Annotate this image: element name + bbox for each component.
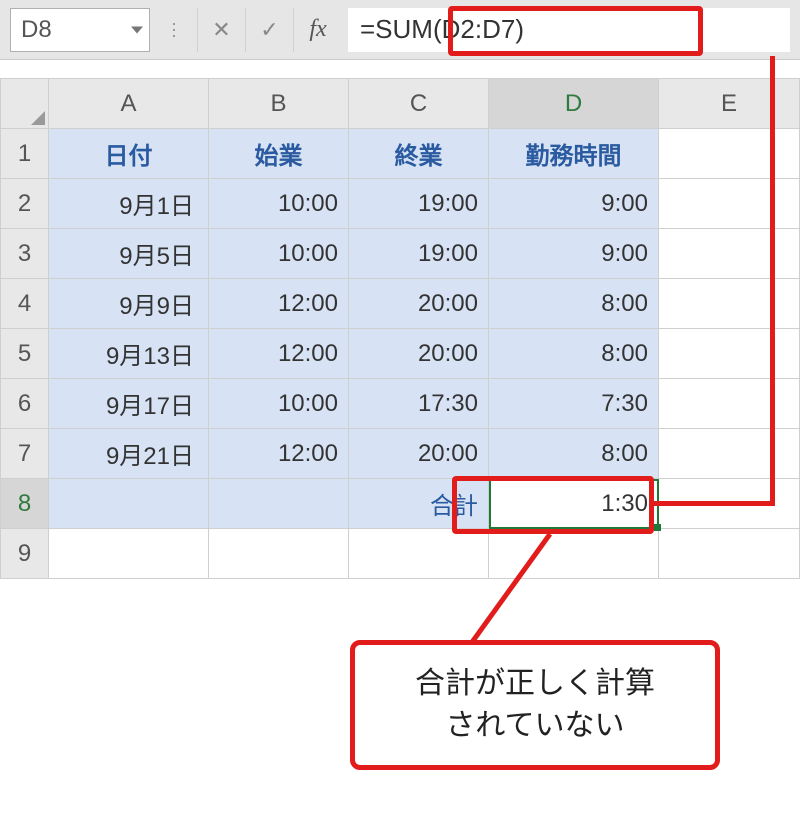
callout-box: 合計が正しく計算 されていない bbox=[350, 640, 720, 770]
cell-E6[interactable] bbox=[659, 379, 800, 429]
cell-D5[interactable]: 8:00 bbox=[489, 329, 659, 379]
fx-button[interactable]: fx bbox=[294, 8, 342, 52]
cell-B1[interactable]: 始業 bbox=[209, 129, 349, 179]
cell-E7[interactable] bbox=[659, 429, 800, 479]
row-header-4[interactable]: 4 bbox=[1, 279, 49, 329]
col-header-E[interactable]: E bbox=[659, 79, 800, 129]
col-header-D[interactable]: D bbox=[489, 79, 659, 129]
cell-C1[interactable]: 終業 bbox=[349, 129, 489, 179]
formula-input[interactable]: =SUM(D2:D7) bbox=[348, 8, 790, 52]
select-all-corner[interactable] bbox=[1, 79, 49, 129]
x-icon: ✕ bbox=[212, 17, 230, 43]
col-header-A[interactable]: A bbox=[49, 79, 209, 129]
row-header-6[interactable]: 6 bbox=[1, 379, 49, 429]
cell-A2[interactable]: 9月1日 bbox=[49, 179, 209, 229]
cell-B8[interactable] bbox=[209, 479, 349, 529]
col-header-C[interactable]: C bbox=[349, 79, 489, 129]
col-header-B[interactable]: B bbox=[209, 79, 349, 129]
cell-C7[interactable]: 20:00 bbox=[349, 429, 489, 479]
cell-reference: D8 bbox=[21, 16, 52, 44]
cell-C5[interactable]: 20:00 bbox=[349, 329, 489, 379]
cell-D8[interactable]: 1:30 bbox=[489, 479, 659, 529]
connector-horizontal bbox=[654, 501, 775, 506]
cell-C2[interactable]: 19:00 bbox=[349, 179, 489, 229]
cell-B4[interactable]: 12:00 bbox=[209, 279, 349, 329]
cell-A9[interactable] bbox=[49, 529, 209, 579]
cell-B9[interactable] bbox=[209, 529, 349, 579]
cell-D4[interactable]: 8:00 bbox=[489, 279, 659, 329]
cell-B2[interactable]: 10:00 bbox=[209, 179, 349, 229]
enter-button[interactable]: ✓ bbox=[246, 8, 294, 52]
formula-text: =SUM(D2:D7) bbox=[360, 14, 524, 45]
cell-D1[interactable]: 勤務時間 bbox=[489, 129, 659, 179]
cell-D7[interactable]: 8:00 bbox=[489, 429, 659, 479]
chevron-down-icon[interactable] bbox=[131, 26, 143, 33]
row-header-5[interactable]: 5 bbox=[1, 329, 49, 379]
cell-C4[interactable]: 20:00 bbox=[349, 279, 489, 329]
cell-A5[interactable]: 9月13日 bbox=[49, 329, 209, 379]
cell-E3[interactable] bbox=[659, 229, 800, 279]
cell-D9[interactable] bbox=[489, 529, 659, 579]
cell-D2[interactable]: 9:00 bbox=[489, 179, 659, 229]
cell-E9[interactable] bbox=[659, 529, 800, 579]
row-header-7[interactable]: 7 bbox=[1, 429, 49, 479]
cell-D3[interactable]: 9:00 bbox=[489, 229, 659, 279]
cell-B7[interactable]: 12:00 bbox=[209, 429, 349, 479]
cell-A7[interactable]: 9月21日 bbox=[49, 429, 209, 479]
cell-C8[interactable]: 合計 bbox=[349, 479, 489, 529]
cell-A8[interactable] bbox=[49, 479, 209, 529]
more-icon[interactable] bbox=[150, 8, 198, 52]
connector-vertical bbox=[770, 56, 775, 506]
name-box[interactable]: D8 bbox=[10, 8, 150, 52]
formula-bar: D8 ✕ ✓ fx =SUM(D2:D7) bbox=[0, 0, 800, 60]
cell-B5[interactable]: 12:00 bbox=[209, 329, 349, 379]
select-all-triangle-icon bbox=[31, 111, 45, 125]
cell-A4[interactable]: 9月9日 bbox=[49, 279, 209, 329]
cell-E4[interactable] bbox=[659, 279, 800, 329]
row-header-9[interactable]: 9 bbox=[1, 529, 49, 579]
cell-B3[interactable]: 10:00 bbox=[209, 229, 349, 279]
check-icon: ✓ bbox=[260, 17, 278, 43]
cell-A3[interactable]: 9月5日 bbox=[49, 229, 209, 279]
cell-E5[interactable] bbox=[659, 329, 800, 379]
cell-A1[interactable]: 日付 bbox=[49, 129, 209, 179]
cell-E1[interactable] bbox=[659, 129, 800, 179]
cell-E2[interactable] bbox=[659, 179, 800, 229]
fx-label: fx bbox=[309, 16, 326, 43]
cell-C9[interactable] bbox=[349, 529, 489, 579]
callout-text: 合計が正しく計算 されていない bbox=[415, 667, 655, 742]
cell-A6[interactable]: 9月17日 bbox=[49, 379, 209, 429]
row-header-1[interactable]: 1 bbox=[1, 129, 49, 179]
row-header-8[interactable]: 8 bbox=[1, 479, 49, 529]
cell-C6[interactable]: 17:30 bbox=[349, 379, 489, 429]
cell-C3[interactable]: 19:00 bbox=[349, 229, 489, 279]
row-header-3[interactable]: 3 bbox=[1, 229, 49, 279]
cell-D6[interactable]: 7:30 bbox=[489, 379, 659, 429]
row-header-2[interactable]: 2 bbox=[1, 179, 49, 229]
cell-B6[interactable]: 10:00 bbox=[209, 379, 349, 429]
cancel-button[interactable]: ✕ bbox=[198, 8, 246, 52]
